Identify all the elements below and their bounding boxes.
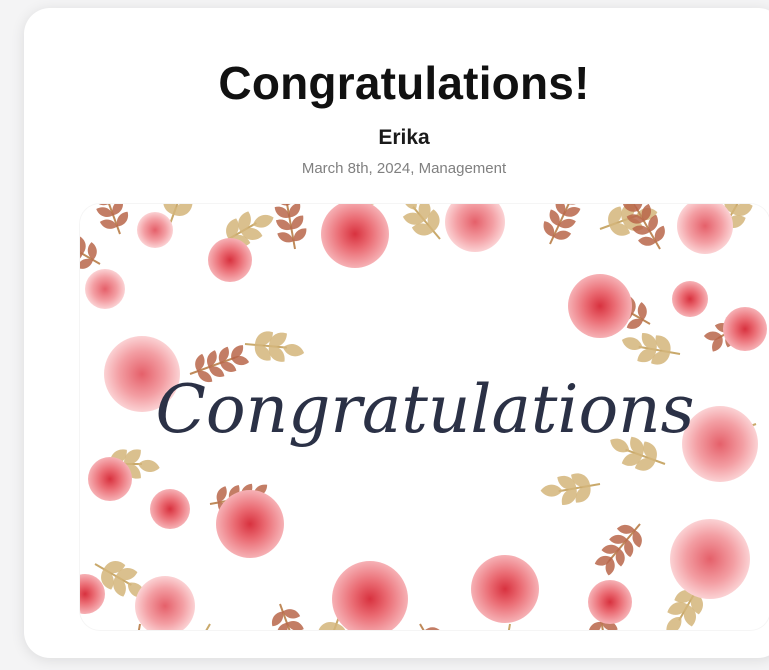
recipient-name: Erika — [378, 126, 430, 149]
card-meta: March 8th, 2024, Management — [301, 160, 507, 177]
congratulations-card: Congratulations! Erika March 8th, 2024, … — [24, 8, 769, 658]
floral-frame-illustration: Congratulations — [80, 204, 769, 630]
congratulations-image: Congratulations — [80, 204, 769, 630]
illustration-script-text: Congratulations — [155, 371, 694, 448]
card-title: Congratulations! — [218, 57, 590, 109]
